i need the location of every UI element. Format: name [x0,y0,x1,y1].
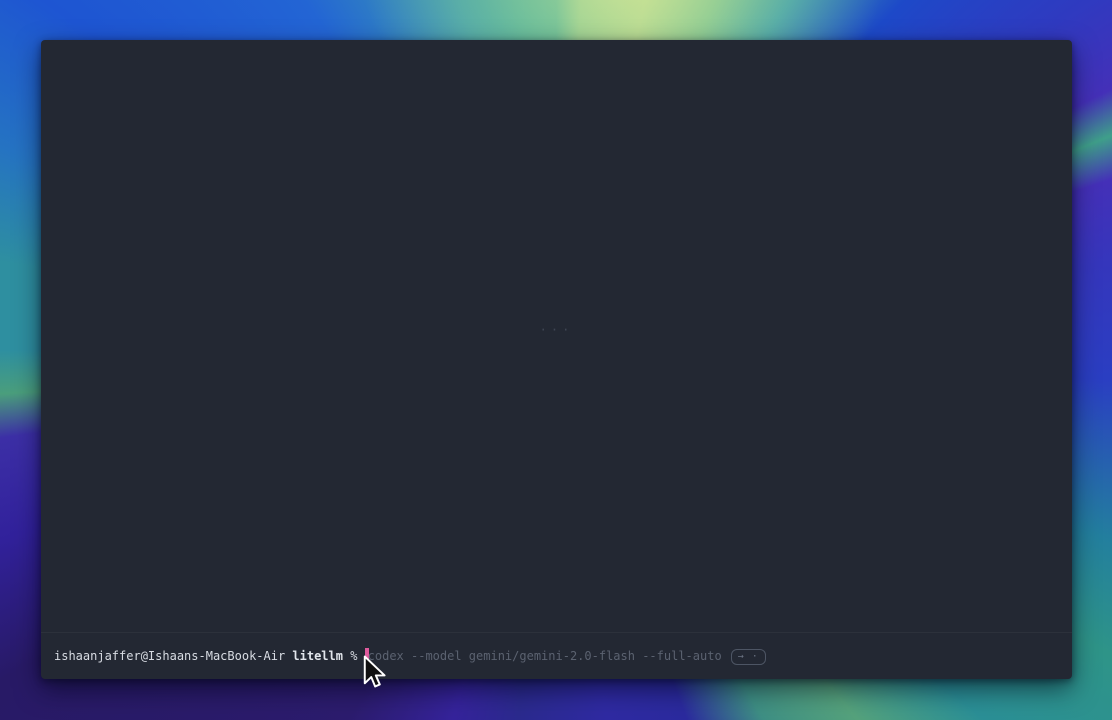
suggestion-accept-key-hint: → · [731,649,766,665]
loading-ellipsis: ··· [540,323,574,337]
desktop-wallpaper: ··· ishaanjaffer@Ishaans-MacBook-Air lite… [0,0,1112,720]
prompt-user-host: ishaanjaffer@Ishaans-MacBook-Air [54,649,285,663]
terminal-separator [41,632,1072,633]
prompt-symbol: % [350,649,357,663]
prompt-directory: litellm [292,649,343,663]
terminal-prompt-line[interactable]: ishaanjaffer@Ishaans-MacBook-Air litellm%… [54,648,1062,665]
autosuggestion-text: codex --model gemini/gemini-2.0-flash --… [368,649,722,663]
terminal-window[interactable]: ··· ishaanjaffer@Ishaans-MacBook-Air lite… [41,40,1072,679]
